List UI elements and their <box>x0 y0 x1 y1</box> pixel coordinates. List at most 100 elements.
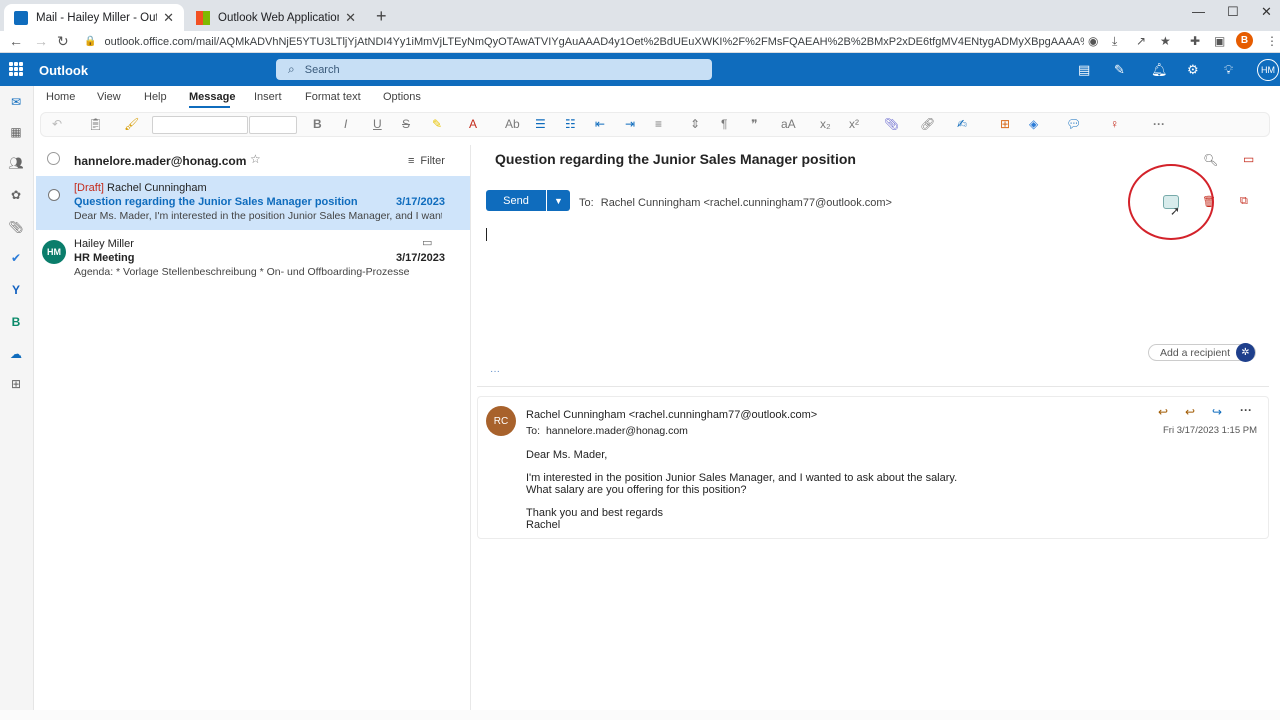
onedrive-cloud-icon[interactable]: ☁ <box>8 346 24 362</box>
align-icon[interactable]: ≡ <box>655 117 662 131</box>
whats-new-icon[interactable]: ✎ <box>1114 62 1125 78</box>
reload-icon[interactable]: ↻ <box>57 33 69 50</box>
teams-icon[interactable]: ▤ <box>1078 62 1090 78</box>
font-name-select[interactable] <box>152 116 248 134</box>
mail-icon[interactable]: ✉ <box>8 94 24 110</box>
url-field[interactable]: 🔒 outlook.office.com/mail/AQMkADVhNjE5YT… <box>84 33 1084 50</box>
more-options-icon[interactable]: ··· <box>1153 117 1165 131</box>
paragraph-icon[interactable]: ¶ <box>721 117 727 131</box>
superscript-icon[interactable]: x² <box>849 117 859 131</box>
signature-icon[interactable]: ✍ <box>957 117 967 131</box>
forward-icon[interactable]: → <box>34 33 48 49</box>
tab-insert[interactable]: Insert <box>254 91 282 103</box>
copilot-icon[interactable]: ✲ <box>1236 343 1255 362</box>
numbering-icon[interactable]: ☷ <box>565 117 576 131</box>
favorite-star-icon[interactable]: ☆ <box>250 152 261 166</box>
yammer-icon[interactable]: Y <box>8 282 24 298</box>
show-trimmed-content-button[interactable]: ··· <box>490 366 500 377</box>
message-greeting: Dear Ms. Mader, <box>526 449 608 461</box>
back-icon[interactable]: ← <box>9 33 23 49</box>
subscript-icon[interactable]: x₂ <box>820 117 831 131</box>
attachment-icon[interactable]: 📎︎ <box>8 219 24 235</box>
send-options-chevron-down-icon[interactable]: ▼ <box>547 190 570 211</box>
send-button[interactable]: Send <box>486 190 546 211</box>
select-all-checkbox[interactable] <box>47 152 60 165</box>
reply-icon[interactable]: ↩ <box>1158 405 1168 419</box>
maximize-icon[interactable]: ☐ <box>1227 4 1239 20</box>
editor-icon[interactable]: 💬︎ <box>1066 117 1081 131</box>
app-launcher-icon[interactable] <box>9 62 23 76</box>
more-apps-icon[interactable]: ⊞ <box>8 376 24 392</box>
to-recipient[interactable]: Rachel Cunningham <rachel.cunningham77@o… <box>601 197 892 209</box>
apps-icon[interactable]: ⊞ <box>1000 117 1010 131</box>
increase-indent-icon[interactable]: ⇥ <box>625 117 635 131</box>
user-avatar[interactable]: HM <box>1257 59 1279 81</box>
message-from[interactable]: Rachel Cunningham <rachel.cunningham77@o… <box>526 409 817 421</box>
browser-tab-outlook[interactable]: Mail - Hailey Miller - Outlook ✕ <box>4 4 184 31</box>
tab-format-text[interactable]: Format text <box>305 91 361 103</box>
tab-options[interactable]: Options <box>383 91 421 103</box>
people-icon[interactable]: 👥︎ <box>8 155 24 171</box>
filter-label: Filter <box>420 155 445 167</box>
browser-profile-avatar[interactable]: B <box>1236 32 1253 49</box>
bookmark-star-icon[interactable]: ★ <box>1160 34 1171 48</box>
undo-icon[interactable]: ↶ <box>52 117 62 131</box>
close-tab-icon[interactable]: ✕ <box>345 10 356 26</box>
item-preview: Agenda: * Vorlage Stellenbeschreibung * … <box>74 266 410 278</box>
settings-gear-icon[interactable]: ⚙ <box>1187 62 1199 78</box>
pop-out-icon[interactable]: ⧉ <box>1240 195 1248 208</box>
item-subject: Question regarding the Junior Sales Mana… <box>74 196 358 208</box>
browser-tab-owa[interactable]: Outlook Web Application - Editi ✕ <box>186 4 366 31</box>
download-icon[interactable]: ⤓ <box>1112 34 1117 49</box>
decrease-indent-icon[interactable]: ⇤ <box>595 117 605 131</box>
item-select-checkbox[interactable] <box>48 189 60 201</box>
minimize-icon[interactable]: — <box>1192 4 1205 19</box>
tab-view[interactable]: View <box>97 91 121 103</box>
paste-icon[interactable]: 📋︎ <box>88 117 103 131</box>
bullets-icon[interactable]: ☰ <box>535 117 546 131</box>
format-painter-icon[interactable]: 🖌︎ <box>124 117 139 131</box>
calendar-icon[interactable]: ▦ <box>8 124 24 140</box>
close-tab-icon[interactable]: ✕ <box>163 10 174 26</box>
bold-icon[interactable]: B <box>313 117 322 131</box>
sensitivity-icon[interactable]: ♀ <box>1110 117 1119 131</box>
extensions-icon[interactable]: ✚ <box>1190 34 1200 48</box>
highlight-icon[interactable]: ✎ <box>432 117 442 131</box>
close-window-icon[interactable]: ✕ <box>1261 4 1272 20</box>
change-case-icon[interactable]: aA <box>781 117 796 131</box>
filter-button[interactable]: ≡ Filter <box>408 155 445 167</box>
tips-lightbulb-icon[interactable]: 💡︎ <box>1224 62 1233 78</box>
underline-icon[interactable]: U <box>373 117 382 131</box>
tab-message[interactable]: Message <box>189 91 235 103</box>
share-icon[interactable]: ↗ <box>1136 34 1146 48</box>
zoom-icon[interactable]: 🔍︎ <box>1203 153 1218 167</box>
eye-icon[interactable]: ◉ <box>1088 34 1098 48</box>
groups-icon[interactable]: ✿ <box>8 187 24 203</box>
tab-help[interactable]: Help <box>144 91 167 103</box>
open-in-window-icon[interactable]: ▭ <box>1243 152 1254 166</box>
notifications-bell-icon[interactable]: 🔔︎ <box>1151 62 1168 78</box>
strikethrough-icon[interactable]: S <box>402 117 410 131</box>
search-input[interactable]: ⌕ Search <box>276 59 712 80</box>
message-to[interactable]: hannelore.mader@honag.com <box>546 425 688 437</box>
forward-icon[interactable]: ↪ <box>1212 405 1222 419</box>
reply-all-icon[interactable]: ↩ <box>1185 405 1195 419</box>
outlook-favicon-icon <box>14 10 28 25</box>
new-tab-icon[interactable]: + <box>376 6 387 27</box>
font-color-icon[interactable]: A <box>469 117 477 131</box>
todo-check-icon[interactable]: ✔ <box>8 250 24 266</box>
font-size-select[interactable] <box>249 116 297 134</box>
browser-menu-icon[interactable]: ⋮ <box>1266 34 1278 48</box>
loop-icon[interactable]: ◈ <box>1029 117 1038 131</box>
italic-icon[interactable]: I <box>344 117 347 131</box>
quote-icon[interactable]: ❞ <box>751 117 757 131</box>
microsoft-favicon-icon <box>196 10 210 25</box>
link-icon[interactable]: 🔗︎ <box>920 117 935 131</box>
styles-icon[interactable]: Ab <box>505 117 520 131</box>
tab-home[interactable]: Home <box>46 91 75 103</box>
attach-file-icon[interactable]: 📎︎ <box>884 117 899 131</box>
more-actions-icon[interactable]: ··· <box>1240 403 1252 417</box>
sidepanel-icon[interactable]: ▣ <box>1214 34 1225 48</box>
line-spacing-icon[interactable]: ⇕ <box>690 117 700 131</box>
bookings-icon[interactable]: B <box>8 314 24 330</box>
